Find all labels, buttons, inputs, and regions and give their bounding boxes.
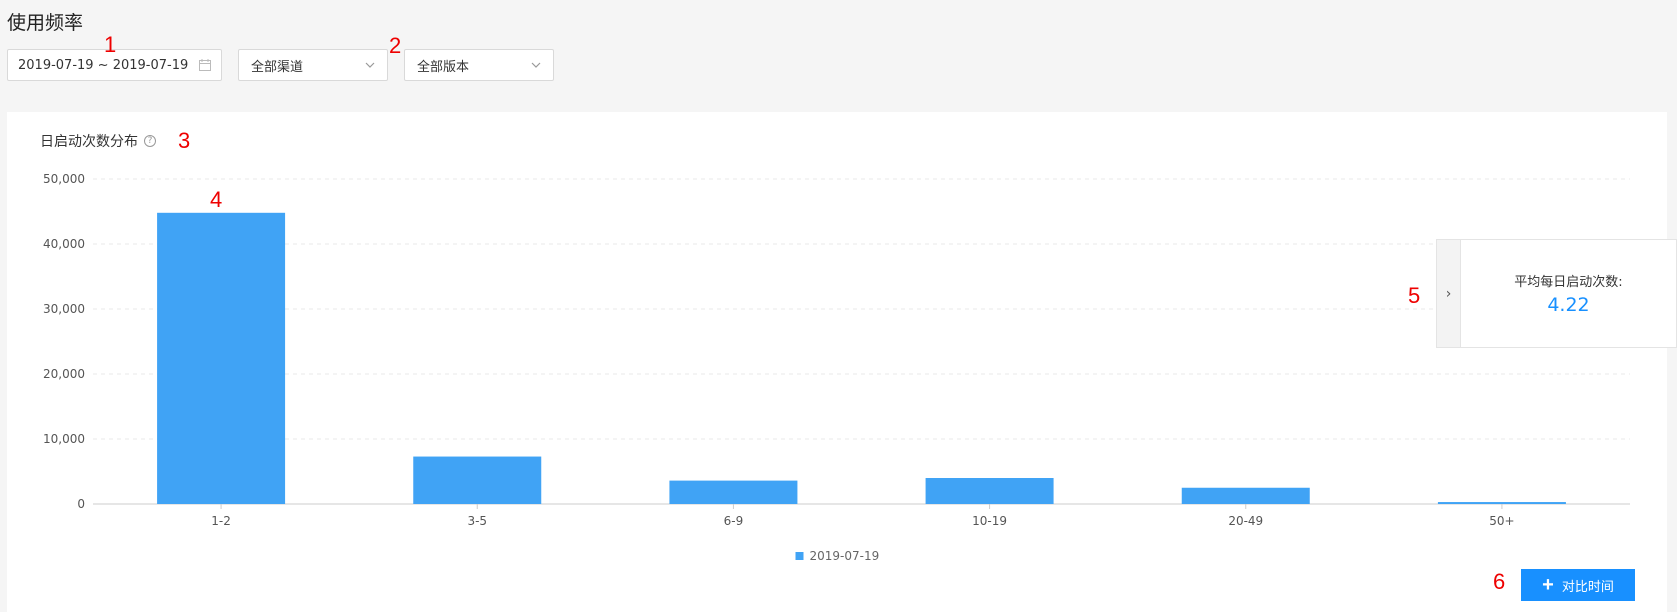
annotation-marker-3: 3	[178, 128, 191, 153]
y-tick-label: 50,000	[43, 172, 85, 186]
average-summary-panel: › 平均每日启动次数: 4.22	[1436, 239, 1677, 348]
y-tick-label: 40,000	[43, 237, 85, 251]
y-tick-label: 20,000	[43, 367, 85, 381]
compare-time-button[interactable]: + 对比时间	[1521, 569, 1635, 601]
annotation-marker-2: 2	[389, 33, 402, 58]
annotation-marker-4: 4	[210, 187, 223, 212]
x-tick-label: 3-5	[467, 514, 487, 528]
average-summary-body: 平均每日启动次数: 4.22	[1461, 240, 1676, 347]
y-tick-label: 0	[77, 497, 85, 511]
legend-label: 2019-07-19	[810, 549, 880, 563]
x-tick-label: 6-9	[724, 514, 744, 528]
x-tick-label: 20-49	[1228, 514, 1263, 528]
bar	[157, 212, 286, 505]
annotation-marker-5: 5	[1408, 283, 1421, 308]
x-tick-label: 10-19	[972, 514, 1007, 528]
bar	[413, 456, 542, 504]
annotation-marker-1: 1	[104, 32, 117, 57]
chevron-right-icon: ›	[1445, 285, 1452, 302]
bar	[1181, 487, 1310, 504]
plus-icon: +	[1542, 574, 1554, 596]
bar-chart: 0 10,000 20,000 30,000 40,000 50,000 1-2 3-5 6-9…	[43, 172, 1630, 563]
y-tick-label: 30,000	[43, 302, 85, 316]
average-label: 平均每日启动次数:	[1514, 275, 1623, 290]
y-tick-label: 10,000	[43, 432, 85, 446]
bar	[925, 478, 1054, 504]
panel-toggle-button[interactable]: ›	[1437, 240, 1461, 347]
x-tick-label: 50+	[1489, 514, 1514, 528]
x-tick-label: 1-2	[211, 514, 231, 528]
bar	[1437, 502, 1566, 504]
bar	[669, 480, 798, 504]
annotation-marker-6: 6	[1493, 569, 1506, 594]
compare-time-label: 对比时间	[1561, 578, 1614, 594]
average-value: 4.22	[1547, 294, 1590, 316]
legend-swatch	[795, 552, 804, 560]
